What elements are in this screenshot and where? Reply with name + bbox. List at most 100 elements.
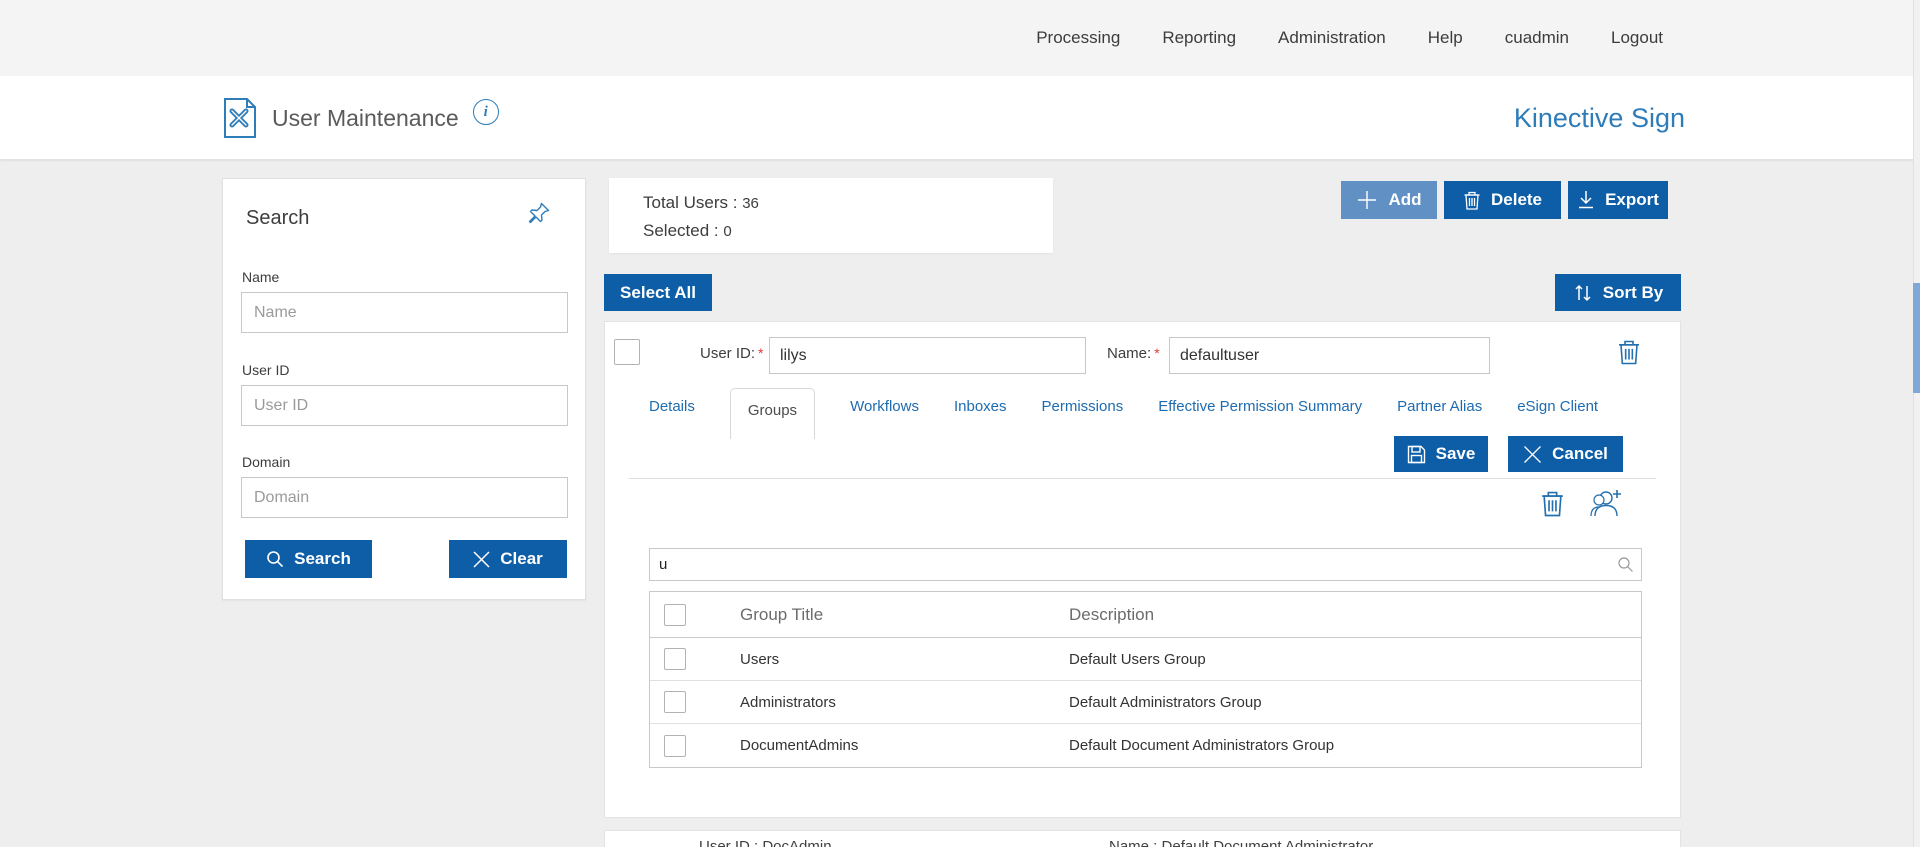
add-button-label: Add [1388,190,1422,209]
magnifier-icon [1617,556,1634,573]
editor-name-label-text: Name: [1107,345,1152,362]
editor-userid-label-text: User ID: [700,345,756,362]
user-editor-panel: User ID:* Name: * Details Groups Workflow… [604,321,1681,818]
nav-help[interactable]: Help [1428,28,1463,48]
selected-label: Selected : [643,221,719,240]
delete-user-trash-icon[interactable] [1617,338,1641,365]
group-row-checkbox[interactable] [664,691,686,713]
userid-required-mark: * [758,345,764,361]
selected-value: 0 [723,223,732,240]
add-button[interactable]: Add [1341,181,1437,219]
search-button[interactable]: Search [245,540,372,578]
export-button-label: Export [1605,190,1659,209]
editor-name-input[interactable] [1169,337,1490,374]
pin-icon[interactable] [527,201,551,225]
app-document-tools-icon [222,97,258,139]
download-icon [1577,190,1595,210]
nav-administration[interactable]: Administration [1278,28,1386,48]
column-description: Description [1069,604,1155,624]
editor-userid-label: User ID: * [700,345,763,362]
select-all-label: Select All [620,282,696,302]
group-row-checkbox[interactable] [664,648,686,670]
panel-divider [629,478,1656,479]
select-all-button[interactable]: Select All [604,274,712,311]
tab-esign-client[interactable]: eSign Client [1517,385,1598,428]
search-button-label: Search [294,549,351,568]
group-filter-box [649,548,1642,581]
total-users-line: Total Users : 36 [643,189,1053,217]
tab-groups[interactable]: Groups [729,387,816,439]
search-icon [266,550,284,568]
remove-group-trash-icon[interactable] [1540,489,1565,517]
sort-by-button[interactable]: Sort By [1555,274,1681,311]
nav-logout[interactable]: Logout [1611,28,1663,48]
clear-button-label: Clear [500,549,543,568]
page: Processing Reporting Administration Help… [0,0,1920,847]
editor-tabs: Details Groups Workflows Inboxes Permiss… [649,382,1598,439]
sort-by-label: Sort By [1602,282,1664,302]
domain-field-label: Domain [242,454,291,470]
editor-userid-input[interactable] [769,337,1086,374]
next-user-row[interactable]: User ID : DocAdmin Name : Default Docume… [604,830,1681,847]
domain-search-input[interactable] [241,477,568,518]
group-description-cell: Default Administrators Group [1069,693,1262,711]
top-navigation: Processing Reporting Administration Help… [0,0,1920,76]
group-row-users[interactable]: Users Default Users Group [650,638,1641,681]
scrollbar-track[interactable] [1913,0,1920,847]
userid-search-input[interactable] [241,385,568,426]
group-row-checkbox[interactable] [664,734,686,757]
total-users-label: Total Users : [643,193,738,212]
tab-effective-permission-summary[interactable]: Effective Permission Summary [1158,385,1362,428]
cancel-button-label: Cancel [1552,444,1608,463]
search-panel-title: Search [246,207,310,229]
save-cancel-row: Save Cancel [1394,436,1623,472]
group-row-administrators[interactable]: Administrators Default Administrators Gr… [650,681,1641,724]
nav-user-cuadmin[interactable]: cuadmin [1505,28,1569,48]
next-user-id: User ID : DocAdmin [699,838,832,847]
save-button-label: Save [1435,444,1476,463]
selected-line: Selected : 0 [643,217,1053,245]
nav-processing[interactable]: Processing [1036,28,1120,48]
plus-icon [1356,189,1378,211]
cancel-x-icon [1523,445,1542,464]
tab-permissions[interactable]: Permissions [1042,385,1124,428]
scrollbar-thumb[interactable] [1913,283,1920,393]
nav-reporting[interactable]: Reporting [1162,28,1236,48]
page-header: User Maintenance i Kinective Sign [0,76,1920,160]
group-title-cell: Administrators [740,693,836,711]
save-button[interactable]: Save [1394,436,1488,472]
groups-section: Group Title Description Users Default Us… [649,548,1642,768]
tab-partner-alias[interactable]: Partner Alias [1397,385,1482,428]
group-title-cell: DocumentAdmins [740,737,859,754]
next-user-name: Name : Default Document Administrator [1109,838,1374,847]
column-group-title: Group Title [740,604,824,624]
export-button[interactable]: Export [1568,181,1668,219]
group-description-cell: Default Users Group [1069,650,1206,668]
groups-table: Group Title Description Users Default Us… [649,591,1642,768]
header-title-group: User Maintenance i [222,76,499,160]
tab-inboxes[interactable]: Inboxes [954,385,1007,428]
total-users-value: 36 [742,195,759,212]
save-floppy-icon [1407,445,1426,464]
tab-details[interactable]: Details [649,385,695,428]
group-row-documentadmins[interactable]: DocumentAdmins Default Document Administ… [650,724,1641,767]
info-icon[interactable]: i [472,99,499,125]
cancel-button[interactable]: Cancel [1508,436,1623,472]
tab-workflows[interactable]: Workflows [850,385,919,428]
sort-arrows-icon [1573,283,1593,303]
groups-table-header: Group Title Description [650,592,1641,638]
user-row-checkbox[interactable] [614,339,640,365]
group-description-cell: Default Document Administrators Group [1069,737,1335,754]
delete-button[interactable]: Delete [1444,181,1561,219]
groups-icon-toolbar [1540,488,1623,518]
delete-button-label: Delete [1490,190,1543,209]
clear-x-icon [473,550,490,568]
add-user-to-group-icon[interactable] [1589,488,1623,518]
name-search-input[interactable] [241,292,568,333]
select-all-groups-checkbox[interactable] [664,603,686,626]
group-filter-input[interactable] [649,548,1642,581]
group-title-cell: Users [740,650,780,668]
clear-button[interactable]: Clear [449,540,567,578]
name-field-label: Name [242,269,280,285]
trash-icon [1463,190,1481,210]
